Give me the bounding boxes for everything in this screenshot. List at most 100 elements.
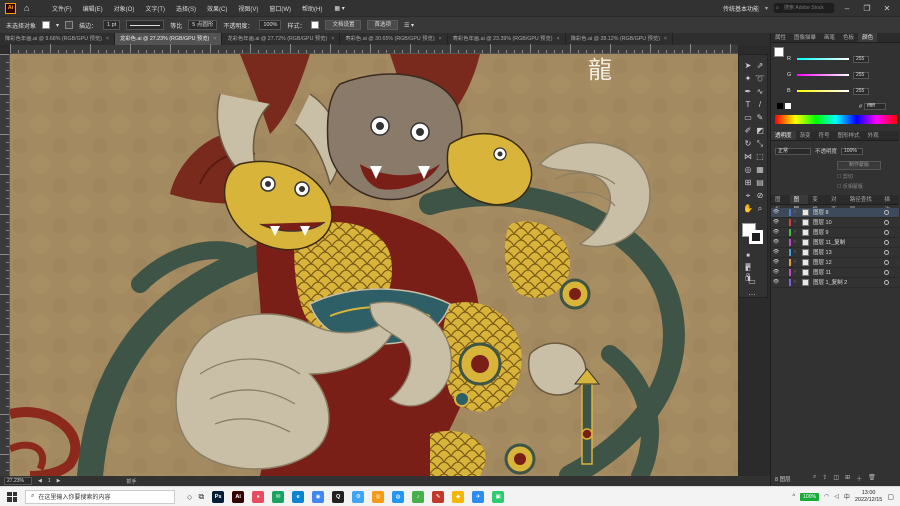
stroke-swatch[interactable] bbox=[65, 21, 74, 29]
free-transform-tool-icon[interactable]: ⬚ bbox=[755, 152, 765, 162]
panel-tab[interactable]: 渐变 bbox=[796, 131, 815, 140]
menu-item[interactable]: 视图(V) bbox=[238, 4, 258, 13]
blend-mode-select[interactable]: 正常 bbox=[775, 147, 811, 155]
panel-tab[interactable]: 符号 bbox=[815, 131, 834, 140]
layer-row[interactable]: 👁 › 图层 1_复制 2 bbox=[771, 278, 899, 288]
close-tab-icon[interactable]: × bbox=[213, 36, 216, 42]
restore-icon[interactable]: ❐ bbox=[860, 4, 874, 13]
panel-tab[interactable]: 图板 bbox=[771, 195, 790, 213]
menu-item[interactable]: 对象(O) bbox=[114, 4, 135, 13]
taskbar-app-icon[interactable]: ◎ bbox=[372, 490, 385, 503]
panel-tab[interactable]: 透明度 bbox=[771, 131, 796, 140]
tray-overflow-icon[interactable]: ^ bbox=[792, 494, 795, 500]
target-circle-icon[interactable] bbox=[884, 249, 889, 255]
shape-builder-tool-icon[interactable]: ◎ bbox=[743, 165, 753, 175]
panel-tab[interactable]: 路径查找器 bbox=[846, 195, 881, 213]
chevron-down-icon[interactable]: ▾ bbox=[765, 5, 768, 12]
document-tab[interactable]: 降彩色年画.ai @ 9.68% (RGB/GPU 预览) × bbox=[0, 33, 116, 45]
hand-tool-icon[interactable]: ✋ bbox=[743, 204, 753, 214]
quick-swatches[interactable] bbox=[777, 103, 791, 109]
workspace-switcher[interactable]: 传统基本功能 bbox=[723, 4, 759, 13]
panel-tab[interactable]: 颜色 bbox=[858, 33, 878, 42]
mesh-tool-icon[interactable]: ⊞ bbox=[743, 178, 753, 188]
stroke-profile-select[interactable] bbox=[126, 20, 165, 30]
panel-tab[interactable]: 画笔 bbox=[820, 33, 839, 42]
artboard-nav-next[interactable]: ▶ bbox=[57, 478, 61, 484]
new-sublayer-icon[interactable]: ⊞ bbox=[845, 474, 850, 483]
locate-object-icon[interactable]: ⌕ bbox=[813, 474, 816, 483]
taskbar-app-icon[interactable]: ● bbox=[252, 490, 265, 503]
menu-item[interactable]: 选择(S) bbox=[176, 4, 196, 13]
visibility-eye-icon[interactable]: 👁 bbox=[771, 209, 781, 215]
color-spectrum[interactable] bbox=[775, 115, 897, 124]
scale-tool-icon[interactable]: ⤡ bbox=[755, 139, 765, 149]
target-circle-icon[interactable] bbox=[884, 209, 889, 215]
menu-item[interactable]: 编辑(E) bbox=[83, 4, 103, 13]
expand-arrow-icon[interactable]: › bbox=[794, 249, 800, 255]
panel-tab[interactable]: 图形样式 bbox=[834, 131, 864, 140]
eyedropper-tool-icon[interactable]: ⌖ bbox=[743, 191, 753, 201]
screen-mode-icon[interactable]: ▭ bbox=[747, 277, 757, 287]
pen-tool-icon[interactable]: ✒ bbox=[743, 87, 753, 97]
panel-tab[interactable]: 色板 bbox=[839, 33, 858, 42]
visibility-eye-icon[interactable]: 👁 bbox=[771, 279, 781, 285]
expand-arrow-icon[interactable]: › bbox=[794, 279, 800, 285]
layer-row[interactable]: 👁 › 图层 10 bbox=[771, 218, 899, 228]
target-circle-icon[interactable] bbox=[884, 239, 889, 245]
new-layer-icon[interactable]: ＋ bbox=[856, 474, 862, 483]
visibility-eye-icon[interactable]: 👁 bbox=[771, 239, 781, 245]
menu-item[interactable]: 帮助(H) bbox=[302, 4, 322, 13]
layer-row[interactable]: 👁 › 图层 13 bbox=[771, 248, 899, 258]
home-icon[interactable]: ⌂ bbox=[24, 3, 34, 13]
layer-name[interactable]: 图层 11_复制 bbox=[813, 238, 884, 246]
visibility-eye-icon[interactable]: 👁 bbox=[771, 269, 781, 275]
visibility-eye-icon[interactable]: 👁 bbox=[771, 229, 781, 235]
layer-row[interactable]: 👁 › 图层 12 bbox=[771, 258, 899, 268]
taskbar-app-icon[interactable]: ✎ bbox=[432, 490, 445, 503]
export-icon[interactable]: ⇪ bbox=[822, 474, 827, 483]
volume-icon[interactable]: ◁ bbox=[834, 493, 839, 500]
rotate-tool-icon[interactable]: ↻ bbox=[743, 139, 753, 149]
layer-row[interactable]: 👁 › 图层 9 bbox=[771, 228, 899, 238]
rectangle-tool-icon[interactable]: ▭ bbox=[743, 113, 753, 123]
eraser-tool-icon[interactable]: ◩ bbox=[755, 126, 765, 136]
color-fill-swatch[interactable] bbox=[774, 47, 784, 57]
layer-name[interactable]: 图层 10 bbox=[813, 218, 884, 226]
panel-tab[interactable]: 图层 bbox=[789, 195, 809, 213]
target-circle-icon[interactable] bbox=[884, 219, 889, 225]
workspace-layout-icon[interactable]: ▦ ▾ bbox=[334, 5, 344, 12]
menu-item[interactable]: 文字(T) bbox=[145, 4, 165, 13]
expand-arrow-icon[interactable]: › bbox=[794, 239, 800, 245]
panel-tab[interactable]: 描边 bbox=[880, 195, 899, 213]
minimize-icon[interactable]: – bbox=[840, 4, 854, 13]
preferences-button[interactable]: 首选项 bbox=[367, 20, 398, 30]
fill-swatch[interactable] bbox=[42, 21, 51, 29]
expand-arrow-icon[interactable]: › bbox=[794, 229, 800, 235]
taskbar-app-icon[interactable]: Ai bbox=[232, 490, 245, 503]
close-tab-icon[interactable]: × bbox=[331, 36, 334, 42]
panel-tab[interactable]: 属性 bbox=[771, 33, 790, 42]
menu-item[interactable]: 窗口(W) bbox=[269, 4, 291, 13]
close-icon[interactable]: ✕ bbox=[880, 4, 894, 13]
menu-item[interactable]: 文件(F) bbox=[52, 4, 72, 13]
taskbar-app-icon[interactable]: Q bbox=[332, 490, 345, 503]
target-circle-icon[interactable] bbox=[884, 279, 889, 285]
shaper-tool-icon[interactable]: ✐ bbox=[743, 126, 753, 136]
draw-mode-icon[interactable]: ◧ ◨ bbox=[743, 264, 753, 282]
horizontal-ruler[interactable] bbox=[10, 44, 738, 54]
expand-arrow-icon[interactable]: › bbox=[794, 219, 800, 225]
arrange-icon[interactable]: ☰ ▾ bbox=[404, 22, 414, 29]
clip-mask-icon[interactable]: ◫ bbox=[833, 474, 839, 483]
selection-tool-icon[interactable]: ➤ bbox=[743, 61, 753, 71]
close-tab-icon[interactable]: × bbox=[106, 36, 109, 42]
document-tab[interactable]: 寿彩色年画.ai @ 23.39% (RGB/GPU 预览) × bbox=[448, 33, 566, 45]
lasso-tool-icon[interactable]: ➰ bbox=[755, 74, 765, 84]
channel-slider[interactable] bbox=[797, 74, 849, 76]
close-tab-icon[interactable]: × bbox=[557, 36, 560, 42]
network-icon[interactable]: ◠ bbox=[824, 493, 829, 500]
channel-slider[interactable] bbox=[797, 90, 849, 92]
taskbar-app-icon[interactable]: ✉ bbox=[272, 490, 285, 503]
layer-name[interactable]: 图层 13 bbox=[813, 248, 884, 256]
taskbar-app-icon[interactable]: ◆ bbox=[452, 490, 465, 503]
hex-field[interactable]: ffffff bbox=[864, 103, 887, 110]
